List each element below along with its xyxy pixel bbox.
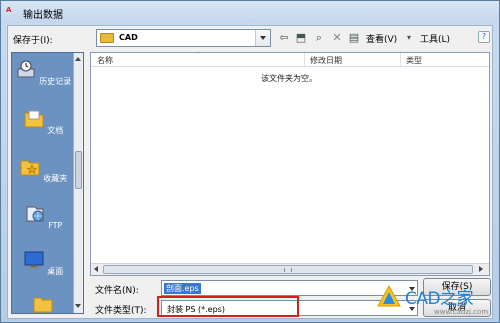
favorites-folder-icon [20, 160, 40, 176]
save-in-value: CAD [119, 33, 138, 42]
place-label: 收藏夹 [43, 174, 68, 183]
documents-folder-icon [24, 110, 44, 128]
place-ftp[interactable]: FTP [12, 203, 74, 230]
empty-folder-message: 该文件夹为空。 [261, 74, 317, 83]
window-title: 输出数据 [23, 10, 63, 21]
delete-icon[interactable]: ✕ [329, 30, 345, 46]
folder-icon [100, 33, 114, 43]
save-in-dropdown[interactable]: CAD [96, 29, 271, 47]
file-name-value[interactable]: 剖面.eps [164, 283, 201, 294]
horizontal-scrollbar[interactable] [91, 263, 489, 275]
file-type-label: 文件类型(T): [95, 306, 147, 316]
watermark-url: www.cadzj.com [434, 308, 489, 316]
column-type[interactable]: 类型 [406, 55, 422, 66]
chevron-down-icon[interactable] [255, 30, 270, 46]
place-favorites[interactable]: 收藏夹 [12, 156, 74, 184]
place-label: FTP [48, 221, 63, 230]
history-icon [17, 60, 35, 78]
place-label: 文档 [47, 126, 64, 135]
scrollbar-grip [284, 268, 292, 272]
search-web-icon[interactable]: ⌕ [311, 30, 327, 46]
up-folder-icon[interactable]: ⬒ [293, 30, 309, 46]
new-folder-icon[interactable]: ▤ [346, 30, 362, 46]
help-button[interactable]: ? [478, 31, 490, 43]
save-in-label: 保存于(I): [13, 36, 53, 46]
column-name[interactable]: 名称 [97, 55, 113, 66]
back-arrow-icon[interactable]: ⇦ [276, 30, 292, 46]
places-scrollbar[interactable] [73, 53, 83, 313]
title-bar[interactable]: A 输出数据 [1, 1, 499, 23]
place-documents[interactable]: 文档 [12, 108, 74, 136]
file-name-label: 文件名(N): [95, 286, 139, 296]
place-label: 桌面 [47, 267, 64, 276]
autocad-app-icon: A [6, 6, 11, 14]
watermark-text: CAD之家 [405, 289, 474, 309]
desktop-icon [24, 251, 44, 269]
sort-ascending-icon: ^ [195, 51, 201, 59]
file-list[interactable]: 名称 ^ 修改日期 类型 该文件夹为空。 [90, 51, 490, 276]
scroll-down-arrow-icon[interactable] [75, 302, 82, 310]
save-dialog-window: A 输出数据 保存于(I): CAD ⇦ ⬒ ⌕ ✕ ▤ 查看(V) ▾ 工具(… [0, 0, 500, 323]
scroll-up-arrow-icon[interactable] [75, 55, 82, 63]
column-modified-date[interactable]: 修改日期 [310, 55, 342, 66]
place-desktop[interactable]: 桌面 [12, 249, 74, 277]
dialog-client-area: 保存于(I): CAD ⇦ ⬒ ⌕ ✕ ▤ 查看(V) ▾ 工具(L) ? 历史… [7, 25, 493, 319]
column-divider[interactable] [400, 53, 401, 67]
place-extra-folder[interactable] [12, 293, 74, 313]
tools-menu[interactable]: 工具(L) [420, 32, 450, 45]
ftp-icon [26, 206, 44, 222]
scrollbar-thumb[interactable] [103, 265, 473, 274]
scroll-left-arrow-icon[interactable] [92, 266, 100, 274]
places-bar: 历史记录 文档 收藏夹 FTP 桌面 [11, 52, 84, 314]
scroll-right-arrow-icon[interactable] [477, 266, 485, 274]
file-list-header: 名称 ^ 修改日期 类型 [91, 51, 489, 67]
highlight-annotation-box [157, 296, 299, 317]
column-divider[interactable] [304, 53, 305, 67]
views-menu[interactable]: 查看(V) [366, 32, 397, 45]
place-label: 历史记录 [39, 77, 72, 86]
place-history[interactable]: 历史记录 [12, 59, 74, 87]
scrollbar-thumb[interactable] [75, 151, 82, 189]
cad-logo-icon [377, 284, 401, 307]
folder-icon [33, 297, 53, 313]
views-chevron-down-icon[interactable]: ▾ [401, 30, 417, 46]
watermark: CAD之家 www.cadzj.com [372, 282, 498, 322]
